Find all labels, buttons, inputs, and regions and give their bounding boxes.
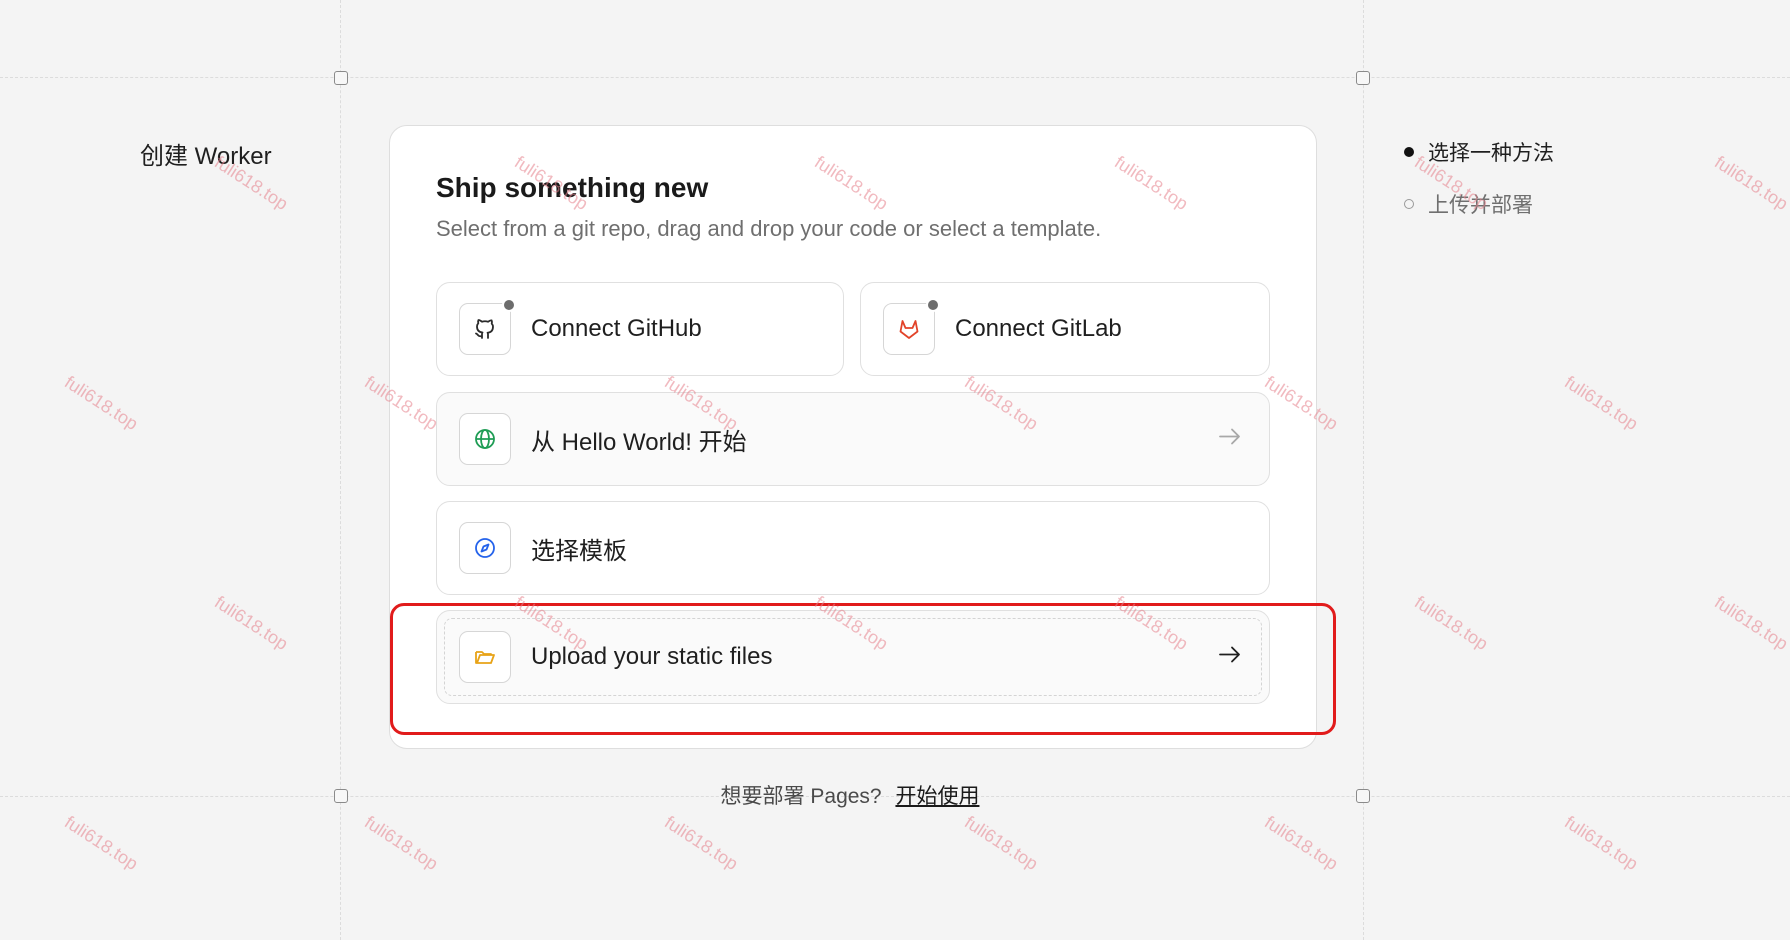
watermark: fuli618.top (1561, 812, 1642, 875)
watermark: fuli618.top (661, 812, 742, 875)
watermark: fuli618.top (1711, 592, 1790, 655)
watermark: fuli618.top (61, 372, 142, 435)
upload-static-files-button[interactable]: Upload your static files (436, 610, 1270, 704)
step-choose-method: 选择一种方法 (1404, 137, 1554, 167)
watermark: fuli618.top (61, 812, 142, 875)
gitlab-icon (883, 298, 940, 355)
step-pending-dot-icon (1404, 199, 1414, 209)
arrow-right-icon (1217, 427, 1243, 452)
globe-icon (459, 413, 511, 465)
github-icon (459, 298, 516, 355)
footer-text: 想要部署 Pages? (720, 785, 882, 808)
option-label: Connect GitHub (531, 315, 702, 342)
layout-guide (0, 77, 1790, 78)
status-dot-icon (502, 298, 516, 312)
watermark: fuli618.top (1261, 812, 1342, 875)
status-dot-icon (926, 298, 940, 312)
step-active-dot-icon (1404, 147, 1414, 157)
card-subtitle: Select from a git repo, drag and drop yo… (436, 216, 1102, 241)
watermark: fuli618.top (961, 812, 1042, 875)
watermark: fuli618.top (1561, 372, 1642, 435)
arrow-right-icon (1217, 645, 1243, 670)
option-label: 选择模板 (531, 537, 627, 565)
folder-icon (459, 631, 511, 683)
page-title: 创建 Worker (140, 143, 272, 170)
step-upload-deploy: 上传并部署 (1404, 189, 1554, 219)
hello-world-button[interactable]: 从 Hello World! 开始 (436, 392, 1270, 486)
resize-handle[interactable] (1356, 71, 1370, 85)
watermark: fuli618.top (211, 592, 292, 655)
step-label: 上传并部署 (1428, 194, 1533, 217)
step-label: 选择一种方法 (1428, 142, 1554, 165)
card-title: Ship something new (436, 172, 709, 203)
compass-icon (459, 522, 511, 574)
watermark: fuli618.top (1411, 592, 1492, 655)
option-label: Upload your static files (531, 643, 773, 670)
option-label: Connect GitLab (955, 315, 1122, 342)
select-template-button[interactable]: 选择模板 (436, 501, 1270, 595)
get-started-link[interactable]: 开始使用 (895, 785, 979, 808)
stepper: 选择一种方法 上传并部署 (1404, 137, 1554, 241)
option-label: 从 Hello World! 开始 (531, 428, 747, 456)
pages-footer: 想要部署 Pages? 开始使用 (0, 780, 1700, 810)
watermark: fuli618.top (361, 812, 442, 875)
resize-handle[interactable] (334, 71, 348, 85)
connect-github-button[interactable]: Connect GitHub (436, 282, 844, 376)
ship-card: Ship something new Select from a git rep… (389, 125, 1317, 749)
connect-gitlab-button[interactable]: Connect GitLab (860, 282, 1270, 376)
watermark: fuli618.top (1711, 152, 1790, 215)
